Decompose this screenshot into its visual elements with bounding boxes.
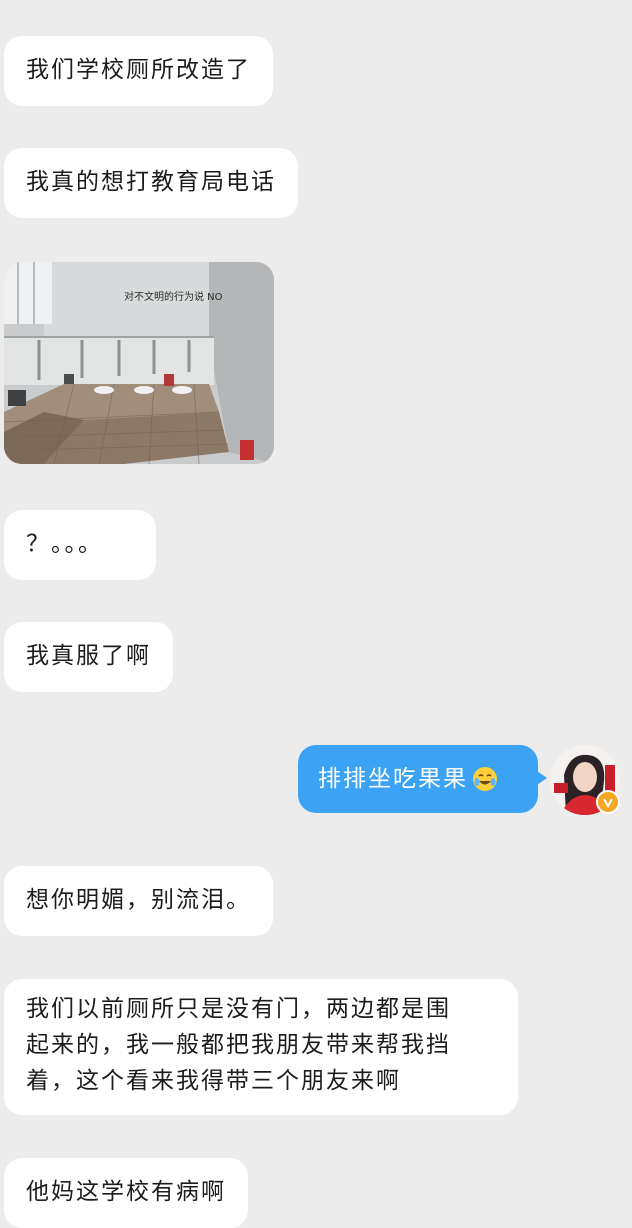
message-text: 想你明媚，别流泪。 <box>26 887 251 913</box>
message-text-line: 起来的，我一般都把我朋友带来帮我挡 <box>26 1032 451 1058</box>
message-bubble-incoming[interactable]: 我们以前厕所只是没有门，两边都是围 起来的，我一般都把我朋友带来帮我挡 着，这个… <box>4 979 518 1115</box>
message-text: 我们学校厕所改造了 <box>26 57 251 83</box>
message-bubble-incoming[interactable]: 他妈这学校有病啊 <box>4 1158 248 1228</box>
message-text-line: 着，这个看来我得带三个朋友来啊 <box>26 1068 401 1094</box>
image-message[interactable]: 对不文明的行为说 NO <box>4 262 274 464</box>
washroom-photo: 对不文明的行为说 NO <box>4 262 274 464</box>
message-text: 排排坐吃果果 <box>318 766 468 792</box>
message-text: 我真的想打教育局电话 <box>26 169 276 195</box>
message-text-line: 我们以前厕所只是没有门，两边都是围 <box>26 996 451 1022</box>
message-bubble-incoming[interactable]: 想你明媚，别流泪。 <box>4 866 273 936</box>
message-text: 我真服了啊 <box>26 643 151 669</box>
message-bubble-incoming[interactable]: 我真的想打教育局电话 <box>4 148 298 218</box>
message-bubble-outgoing[interactable]: 排排坐吃果果 <box>298 745 547 813</box>
crying-laughing-emoji-icon <box>472 766 498 792</box>
verified-badge-icon <box>596 790 620 814</box>
message-bubble-incoming[interactable]: 我真服了啊 <box>4 622 173 692</box>
message-bubble-incoming[interactable]: 我们学校厕所改造了 <box>4 36 273 106</box>
message-text: 他妈这学校有病啊 <box>26 1179 226 1205</box>
message-text: ？。。。 <box>26 531 103 557</box>
photo-sign-text: 对不文明的行为说 NO <box>124 290 223 303</box>
message-bubble-incoming[interactable]: ？。。。 <box>4 510 156 580</box>
